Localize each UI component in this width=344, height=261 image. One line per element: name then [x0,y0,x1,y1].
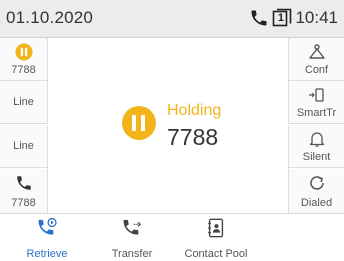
line-key-label: 7788 [11,64,36,76]
pause-icon [122,106,156,140]
status-bar: 01.10.2020 1 10:41 [0,0,344,38]
line-indicator-icon: 1 [272,8,292,28]
silent-key-label: Silent [302,151,331,163]
line-key-line-1[interactable]: Line [0,81,48,124]
status-indicators: 1 10:41 [249,6,338,30]
silent-key[interactable]: Silent [288,125,344,168]
line-key-7788[interactable]: 7788 [0,169,48,213]
phone-icon [251,10,267,26]
conf-key-label: Conf [304,64,329,76]
dialed-key[interactable]: Dialed [288,169,344,213]
redial-icon [309,176,324,190]
bell-icon [309,132,324,147]
dialed-key-label: Dialed [300,197,333,209]
call-number: 7788 [167,124,219,150]
softkey-bar: Retrieve Transfer Contact Pool [0,213,344,260]
contact-pool-button-label: Contact Pool [184,248,248,260]
hold-badge-icon [15,43,32,61]
line-key-line-2[interactable]: Line [0,125,48,168]
transfer-button[interactable]: Transfer [100,214,164,261]
function-keys-right: Conf SmartTr Silent Dialed [288,38,344,213]
status-date: 01.10.2020 [6,8,94,27]
retrieve-icon [38,217,57,235]
smart-transfer-icon [308,88,324,102]
status-time: 10:41 [295,8,338,27]
call-status: Holding [167,102,222,119]
line-keys-left: 7788 Line Line 7788 [0,38,48,213]
phone-icon [16,176,31,190]
call-display: Holding 7788 [48,38,288,213]
line-indicator-number: 1 [277,12,285,24]
transfer-button-label: Transfer [111,248,153,260]
line-key-label: 7788 [11,197,36,209]
conference-icon [308,44,325,59]
smart-transfer-key-label: SmartTr [296,107,337,119]
contact-pool-button[interactable]: Contact Pool [174,214,258,261]
conf-key[interactable]: Conf [288,38,344,81]
contact-pool-icon [208,218,224,238]
line-key-label: Line [13,96,34,108]
retrieve-button[interactable]: Retrieve [14,214,80,261]
smart-transfer-key[interactable]: SmartTr [288,81,344,124]
line-key-7788-hold[interactable]: 7788 [0,38,48,81]
transfer-icon [123,219,142,235]
retrieve-button-label: Retrieve [26,248,68,260]
line-key-label: Line [13,140,34,152]
